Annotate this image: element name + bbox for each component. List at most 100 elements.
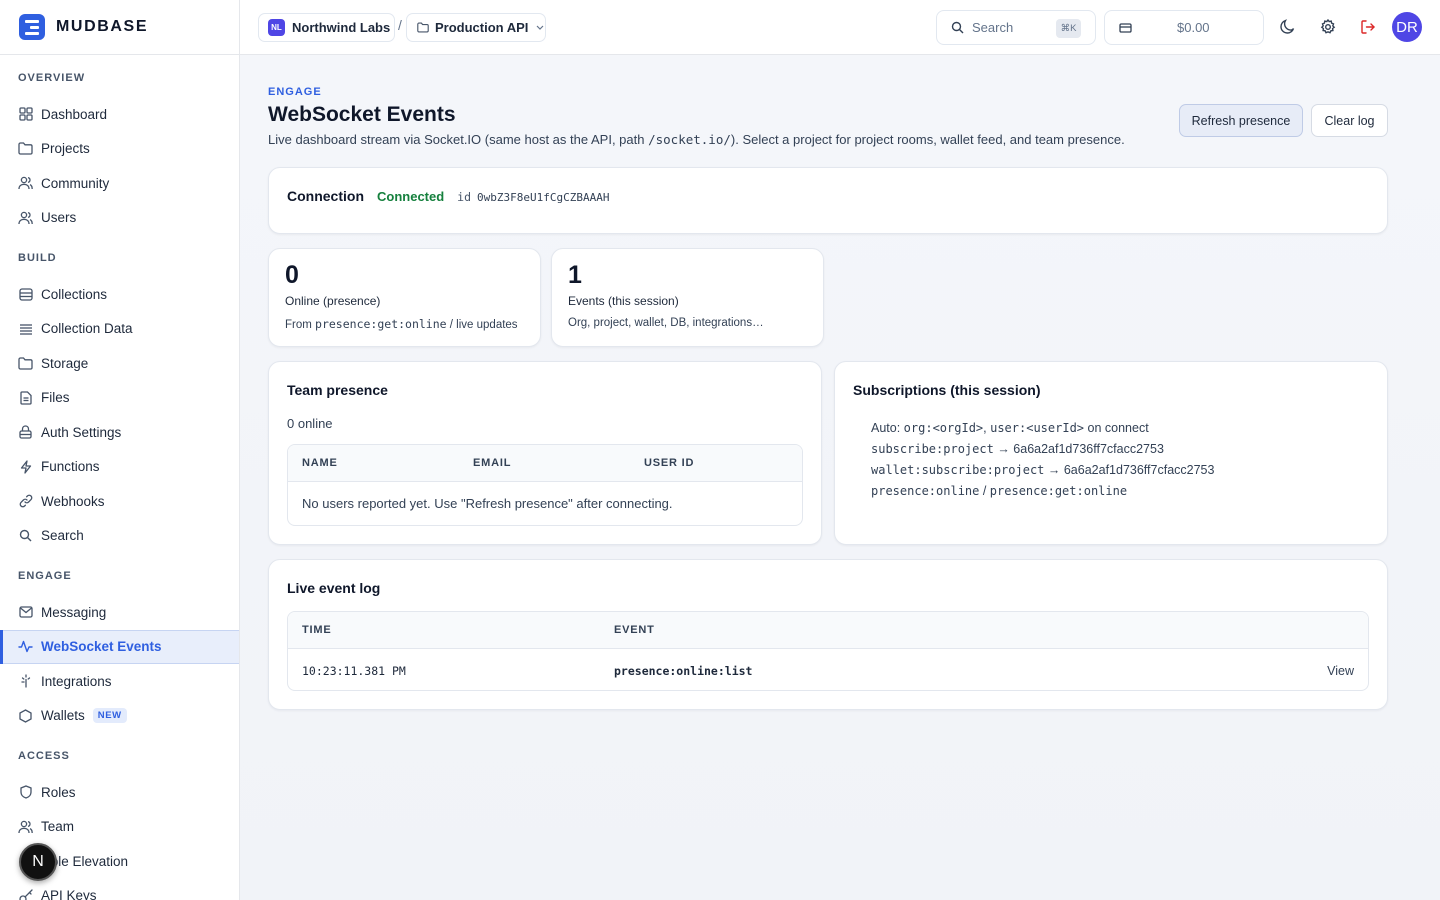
sidebar-item-auth-settings[interactable]: Auth Settings	[0, 415, 239, 450]
users-icon	[18, 819, 33, 834]
balance-amount: $0.00	[1177, 20, 1210, 35]
subscription-event: wallet:subscribe:project	[871, 463, 1045, 477]
subscription-presence: presence:online / presence:get:online	[871, 481, 1214, 502]
moon-icon[interactable]	[1278, 17, 1298, 37]
sidebar-item-label: Users	[41, 210, 77, 226]
key-icon	[18, 888, 33, 900]
subscription-org-room: org:<orgId>	[903, 421, 984, 435]
subscriptions-list: Auto: org:<orgId>, user:<userId> on conn…	[871, 418, 1214, 502]
gear-icon[interactable]	[1318, 17, 1338, 37]
sidebar-item-label: Roles	[41, 784, 76, 800]
sidebar-item-label: Webhooks	[41, 493, 105, 509]
nav-section-build: BUILD Collections Collection Data Storag…	[0, 251, 239, 554]
chevron-down-icon	[536, 25, 544, 30]
project-switcher[interactable]: Production API	[406, 13, 546, 42]
sidebar-item-webhooks[interactable]: Webhooks	[0, 484, 239, 519]
sidebar-item-messaging[interactable]: Messaging	[0, 595, 239, 630]
section-title: ENGAGE	[18, 570, 72, 582]
stat-subtext: Org, project, wallet, DB, integrations…	[568, 317, 764, 329]
subscription-wallet-id: 6a6a2af1d736ff7cfacc2753	[1063, 463, 1215, 477]
breadcrumb-separator: /	[398, 17, 402, 33]
subscription-project-id: 6a6a2af1d736ff7cfacc2753	[1013, 442, 1164, 456]
view-event-button[interactable]: View	[1327, 664, 1354, 678]
page-kicker: ENGAGE	[268, 86, 322, 98]
subscription-auto-after: on connect	[1084, 421, 1149, 435]
refresh-presence-button[interactable]: Refresh presence	[1179, 104, 1303, 137]
connection-card: Connection Connected id 0wbZ3F8eU1fCgCZB…	[268, 167, 1388, 234]
subscription-auto: Auto: org:<orgId>, user:<userId> on conn…	[871, 418, 1214, 439]
sidebar-item-label: Team	[41, 819, 75, 835]
sidebar-item-wallets[interactable]: Wallets NEW	[0, 699, 239, 734]
card-title: Live event log	[287, 580, 381, 596]
topbar: NL Northwind Labs / Production API Searc…	[240, 0, 1440, 55]
sidebar-item-label: Community	[41, 175, 110, 191]
search-input[interactable]: Search ⌘K	[936, 10, 1096, 45]
sidebar-item-websocket-events[interactable]: WebSocket Events	[0, 629, 239, 664]
bolt-icon	[18, 459, 33, 474]
org-switcher[interactable]: NL Northwind Labs	[258, 13, 395, 42]
brand[interactable]: MUDBASE	[0, 0, 239, 55]
search-shortcut: ⌘K	[1056, 19, 1081, 38]
sidebar-item-integrations[interactable]: Integrations	[0, 664, 239, 699]
sidebar-item-label: Auth Settings	[41, 424, 122, 440]
empty-state-message: No users reported yet. Use "Refresh pres…	[302, 496, 673, 511]
floating-assistant-button[interactable]: N	[19, 843, 57, 881]
stat-label: Online (presence)	[285, 294, 381, 308]
event-name: presence:online:list	[614, 664, 753, 678]
sidebar-item-collections[interactable]: Collections	[0, 277, 239, 312]
sidebar-item-functions[interactable]: Functions	[0, 450, 239, 485]
subscription-wallet: wallet:subscribe:project → 6a6a2af1d736f…	[871, 460, 1214, 481]
stat-subtext-code: presence:get:online	[315, 317, 447, 331]
sidebar-item-search[interactable]: Search	[0, 519, 239, 554]
column-header-user-id: USER ID	[644, 457, 695, 469]
connection-row: Connection Connected id 0wbZ3F8eU1fCgCZB…	[287, 188, 609, 204]
stat-subtext-before: Org, project, wallet, DB, integrations…	[568, 317, 764, 329]
plug-icon	[18, 674, 33, 689]
main-content: ENGAGE WebSocket Events Live dashboard s…	[240, 56, 1440, 900]
sidebar-item-collection-data[interactable]: Collection Data	[0, 312, 239, 347]
sidebar-item-users[interactable]: Users	[0, 201, 239, 236]
org-avatar: NL	[268, 19, 285, 36]
sidebar-item-label: Functions	[41, 459, 100, 475]
column-header-time: TIME	[302, 624, 332, 636]
folder-icon	[18, 356, 33, 371]
sidebar-item-label: Collection Data	[41, 321, 133, 337]
clear-log-button[interactable]: Clear log	[1311, 104, 1388, 137]
subscription-auto-label: Auto:	[871, 421, 904, 435]
sidebar-item-storage[interactable]: Storage	[0, 346, 239, 381]
subscriptions-card: Subscriptions (this session) Auto: org:<…	[834, 361, 1388, 545]
sidebar-item-label: Search	[41, 528, 84, 544]
search-placeholder: Search	[972, 20, 1014, 35]
stat-subtext-after: / live updates	[446, 319, 518, 331]
sidebar-item-projects[interactable]: Projects	[0, 132, 239, 167]
sidebar-item-files[interactable]: Files	[0, 381, 239, 416]
stat-subtext: From presence:get:online / live updates	[285, 317, 518, 331]
sidebar-item-dashboard[interactable]: Dashboard	[0, 97, 239, 132]
logout-icon[interactable]	[1358, 17, 1378, 37]
activity-icon	[18, 639, 33, 654]
table-row[interactable]: 10:23:11.381 PM presence:online:list Vie…	[288, 650, 1368, 690]
folder-icon	[18, 141, 33, 156]
arrow-icon: →	[1047, 463, 1061, 477]
sidebar-item-community[interactable]: Community	[0, 166, 239, 201]
grid-icon	[18, 107, 33, 122]
sidebar-item-label: Wallets	[41, 708, 85, 724]
socket-path: /socket.io/	[648, 132, 731, 147]
card-title: Subscriptions (this session)	[853, 382, 1041, 398]
sidebar-item-label: WebSocket Events	[41, 639, 162, 655]
sidebar-item-team[interactable]: Team	[0, 810, 239, 845]
event-log-table: TIME EVENT 10:23:11.381 PM presence:onli…	[287, 611, 1369, 691]
sidebar-item-label: Dashboard	[41, 106, 108, 122]
sidebar-item-api-keys[interactable]: API Keys	[0, 879, 239, 900]
balance-button[interactable]: $0.00	[1104, 10, 1264, 45]
brand-logo-icon	[19, 14, 45, 40]
stat-value: 0	[285, 261, 299, 289]
presence-table: NAME EMAIL USER ID No users reported yet…	[287, 444, 803, 526]
section-title: BUILD	[18, 252, 57, 264]
sidebar-item-label: Storage	[41, 355, 89, 371]
table-header: TIME EVENT	[288, 612, 1368, 649]
project-name: Production API	[435, 20, 529, 35]
card-title: Team presence	[287, 382, 388, 398]
avatar[interactable]: DR	[1392, 12, 1422, 42]
sidebar-item-roles[interactable]: Roles	[0, 775, 239, 810]
